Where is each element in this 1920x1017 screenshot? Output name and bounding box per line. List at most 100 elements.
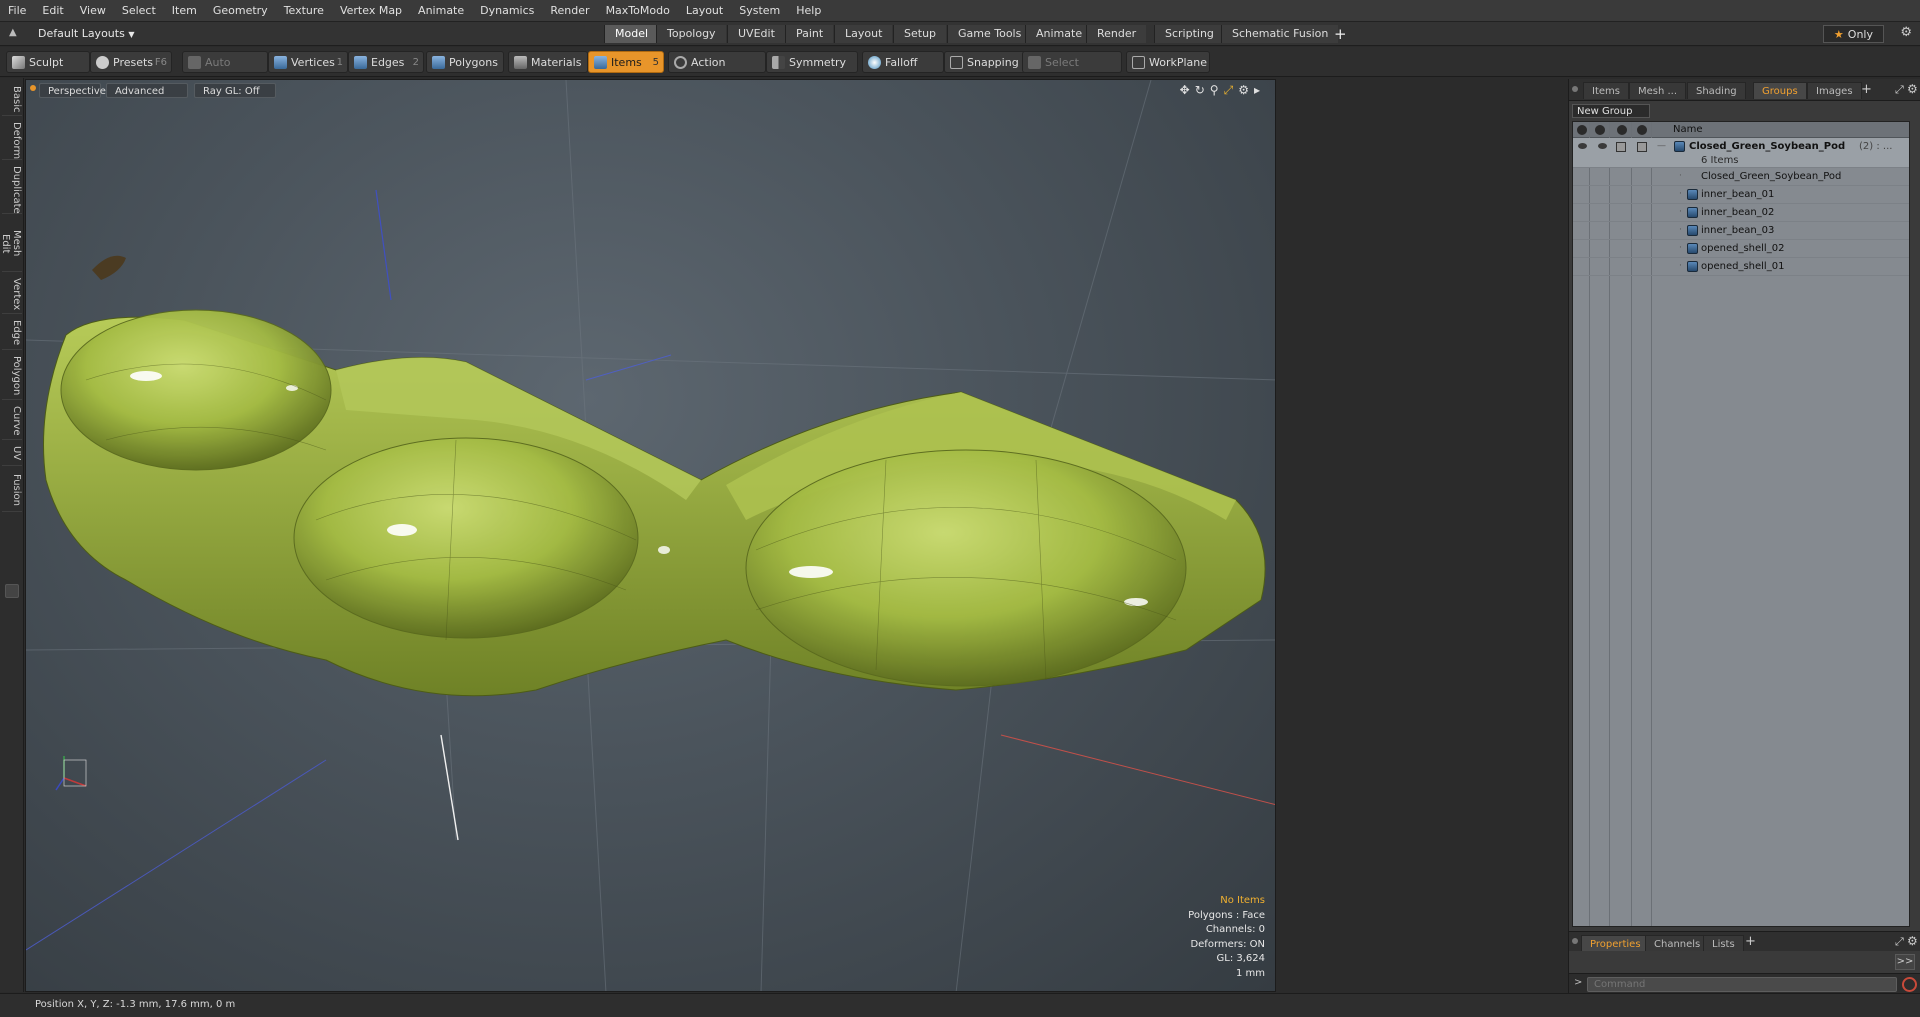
list-item[interactable]: · inner_bean_01 xyxy=(1573,186,1909,204)
menu-help[interactable]: Help xyxy=(788,0,829,22)
tab-animate[interactable]: Animate xyxy=(1025,25,1093,43)
tab-shading[interactable]: Shading xyxy=(1687,82,1746,99)
tab-images[interactable]: Images xyxy=(1807,82,1862,99)
command-run-icon[interactable] xyxy=(1902,977,1917,992)
sculpt-button[interactable]: Sculpt xyxy=(6,51,90,73)
move-view-icon[interactable]: ✥ xyxy=(1180,83,1195,97)
list-item[interactable]: · inner_bean_03 xyxy=(1573,222,1909,240)
menu-edit[interactable]: Edit xyxy=(34,0,71,22)
tab-deform[interactable]: Deform xyxy=(2,118,22,160)
command-input[interactable] xyxy=(1587,977,1897,992)
tab-properties[interactable]: Properties xyxy=(1581,935,1650,952)
name-column-header[interactable]: Name xyxy=(1673,124,1703,135)
snapping-button[interactable]: Snapping xyxy=(944,51,1026,73)
viewport-menu-icon[interactable]: ▸ xyxy=(1254,83,1265,97)
menu-geometry[interactable]: Geometry xyxy=(205,0,276,22)
polygons-button[interactable]: Polygons xyxy=(426,51,504,73)
menu-select[interactable]: Select xyxy=(114,0,164,22)
render-toggle-icon[interactable] xyxy=(1598,143,1607,149)
panel-gear-icon[interactable]: ⚙ xyxy=(1907,82,1918,96)
tool-tabs-toggle-button[interactable] xyxy=(5,584,19,598)
list-item[interactable]: · opened_shell_01 xyxy=(1573,258,1909,276)
add-properties-tab-button[interactable]: + xyxy=(1745,934,1756,949)
items-button[interactable]: Items 5 xyxy=(588,51,664,73)
tab-polygon[interactable]: Polygon xyxy=(2,352,22,400)
tab-uvedit[interactable]: UVEdit xyxy=(727,25,785,43)
shading-dropdown[interactable]: Advanced xyxy=(106,83,188,98)
properties-gear-icon[interactable]: ⚙ xyxy=(1907,934,1918,948)
expand-panel-icon[interactable]: ⤢ xyxy=(1895,83,1904,97)
tab-duplicate[interactable]: Duplicate xyxy=(2,162,22,214)
menu-animate[interactable]: Animate xyxy=(410,0,472,22)
select-checkbox[interactable] xyxy=(1637,142,1647,152)
tab-fusion[interactable]: Fusion xyxy=(2,468,22,512)
tab-edge[interactable]: Edge xyxy=(2,316,22,350)
menu-maxtomodo[interactable]: MaxToModo xyxy=(598,0,678,22)
new-group-button[interactable]: New Group xyxy=(1572,104,1650,118)
add-tab-button[interactable]: + xyxy=(1334,25,1347,43)
action-center-button[interactable]: Action Center xyxy=(668,51,766,91)
tab-curve[interactable]: Curve xyxy=(2,402,22,440)
tab-uv[interactable]: UV xyxy=(2,442,22,466)
menu-file[interactable]: File xyxy=(0,0,34,22)
tab-topology[interactable]: Topology xyxy=(656,25,726,43)
add-panel-tab-button[interactable]: + xyxy=(1861,82,1872,97)
tab-basic[interactable]: Basic xyxy=(2,82,22,116)
edges-button[interactable]: Edges 2 xyxy=(348,51,424,73)
fit-view-icon[interactable]: ⤢ xyxy=(1224,83,1239,97)
menu-render[interactable]: Render xyxy=(542,0,597,22)
auto-select-button[interactable]: Auto Select xyxy=(182,51,268,91)
list-item[interactable]: · inner_bean_02 xyxy=(1573,204,1909,222)
select-through-button[interactable]: Select Through xyxy=(1022,51,1122,91)
tab-mesh[interactable]: Mesh ... xyxy=(1629,82,1687,99)
layout-selector[interactable]: Default Layouts ▼ xyxy=(22,25,134,43)
visibility-column-icon[interactable] xyxy=(1577,125,1587,135)
collapse-up-icon[interactable]: ▲ xyxy=(9,27,17,38)
tab-items[interactable]: Items xyxy=(1583,82,1629,99)
tab-mesh-edit[interactable]: Mesh Edit xyxy=(0,216,22,272)
eye-icon[interactable] xyxy=(1578,143,1587,149)
viewport-settings-icon[interactable]: ⚙ xyxy=(1238,83,1254,97)
expand-properties-icon[interactable]: ⤢ xyxy=(1895,935,1904,949)
raygl-dropdown[interactable]: Ray GL: Off xyxy=(194,83,276,98)
tab-model[interactable]: Model xyxy=(604,25,659,43)
lock-checkbox[interactable] xyxy=(1616,142,1626,152)
menu-texture[interactable]: Texture xyxy=(276,0,332,22)
rotate-view-icon[interactable]: ↻ xyxy=(1195,83,1210,97)
tab-lists[interactable]: Lists xyxy=(1703,935,1744,952)
falloff-button[interactable]: Falloff xyxy=(862,51,944,73)
select-column-icon[interactable] xyxy=(1637,125,1647,135)
tab-groups[interactable]: Groups xyxy=(1753,82,1807,99)
lock-column-icon[interactable] xyxy=(1617,125,1627,135)
perspective-dropdown[interactable]: Perspective xyxy=(39,83,106,98)
tab-layout[interactable]: Layout xyxy=(834,25,893,43)
list-item[interactable]: · Closed_Green_Soybean_Pod xyxy=(1573,168,1909,186)
group-row[interactable]: — Closed_Green_Soybean_Pod (2) : ... 6 I… xyxy=(1573,138,1909,168)
materials-button[interactable]: Materials xyxy=(508,51,588,73)
vertices-button[interactable]: Vertices 1 xyxy=(268,51,348,73)
menu-dynamics[interactable]: Dynamics xyxy=(472,0,542,22)
tab-paint[interactable]: Paint xyxy=(785,25,834,43)
menu-view[interactable]: View xyxy=(72,0,114,22)
tab-game-tools[interactable]: Game Tools xyxy=(947,25,1032,43)
tab-schematic-fusion[interactable]: Schematic Fusion xyxy=(1221,25,1339,43)
3d-viewport[interactable]: Perspective Advanced Ray GL: Off ✥↻⚲⤢⚙▸ … xyxy=(25,79,1276,992)
symmetry-button[interactable]: Symmetry xyxy=(766,51,858,73)
zoom-view-icon[interactable]: ⚲ xyxy=(1210,83,1224,97)
tab-scripting[interactable]: Scripting xyxy=(1154,25,1224,43)
tab-channels[interactable]: Channels xyxy=(1645,935,1710,952)
tab-render[interactable]: Render xyxy=(1086,25,1147,43)
gear-icon[interactable]: ⚙ xyxy=(1900,25,1912,40)
expand-button[interactable]: >> xyxy=(1895,954,1915,970)
menu-item[interactable]: Item xyxy=(164,0,205,22)
workplane-button[interactable]: WorkPlane xyxy=(1126,51,1210,73)
tab-setup[interactable]: Setup xyxy=(893,25,947,43)
presets-button[interactable]: Presets F6 xyxy=(90,51,172,73)
render-column-icon[interactable] xyxy=(1595,125,1605,135)
list-item[interactable]: · opened_shell_02 xyxy=(1573,240,1909,258)
only-toggle[interactable]: ★ Only xyxy=(1822,25,1884,43)
menu-vertex-map[interactable]: Vertex Map xyxy=(332,0,410,22)
tab-vertex[interactable]: Vertex xyxy=(2,274,22,314)
menu-system[interactable]: System xyxy=(731,0,788,22)
menu-layout[interactable]: Layout xyxy=(678,0,731,22)
